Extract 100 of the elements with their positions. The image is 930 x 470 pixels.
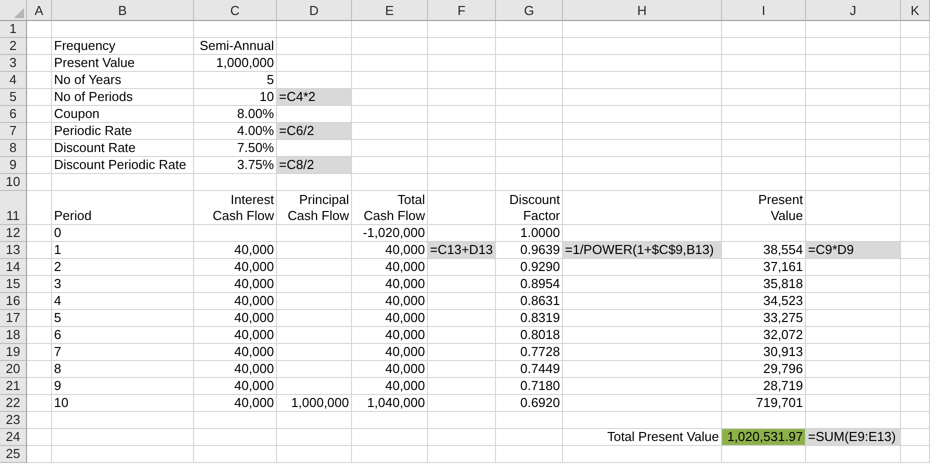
row-header[interactable]: 13	[0, 242, 27, 259]
column-header[interactable]: C	[194, 0, 277, 21]
table-cell-text: 5	[53, 310, 62, 326]
table-cell-text: 9	[53, 378, 62, 394]
table-cell-text: Frequency	[53, 38, 116, 54]
table-cell-text: 0.6920	[519, 395, 561, 411]
row-header[interactable]: 3	[0, 55, 27, 72]
table-cell-text: 0.9639	[519, 242, 561, 258]
table-cell-text: 10	[53, 395, 70, 411]
column-header[interactable]: G	[496, 0, 563, 21]
table-cell-text: 40,000	[384, 378, 426, 394]
column-header[interactable]: D	[277, 0, 352, 21]
table-cell-text: 38,554	[762, 242, 804, 258]
row-header[interactable]: 11	[0, 191, 27, 225]
table-cell: =C9*D9	[806, 242, 900, 258]
table-cell-text: 0.9290	[519, 259, 561, 275]
row-header[interactable]: 17	[0, 310, 27, 327]
table-cell-text: 37,161	[762, 259, 804, 275]
table-cell-text: 0.7449	[519, 361, 561, 377]
row-header[interactable]: 18	[0, 327, 27, 344]
row-header[interactable]: 15	[0, 276, 27, 293]
table-cell-text: 1.0000	[519, 225, 561, 241]
table-cell-text: 1,000,000	[215, 55, 275, 71]
table-cell: =C4*2	[277, 89, 351, 105]
table-cell: =1/POWER(1+$C$9,B13)	[563, 242, 721, 258]
table-cell-text: Coupon	[53, 106, 101, 122]
table-cell: =C8/2	[277, 157, 351, 173]
table-cell-text: 40,000	[233, 242, 275, 258]
table-cell-text: 34,523	[762, 293, 804, 309]
table-cell-text: 40,000	[233, 276, 275, 292]
table-cell-text: 1,040,000	[366, 395, 426, 411]
row-header[interactable]: 9	[0, 157, 27, 174]
table-cell-text: 40,000	[384, 310, 426, 326]
table-cell-text: 4.00%	[236, 123, 275, 139]
table-cell-text: 7	[53, 344, 62, 360]
table-cell-text: 0.8954	[519, 276, 561, 292]
row-header[interactable]: 25	[0, 446, 27, 463]
table-cell-text: Periodic Rate	[53, 123, 134, 139]
select-all-button[interactable]	[0, 0, 27, 21]
table-cell-text: 1	[53, 242, 62, 258]
table-cell-text: 0.8631	[519, 293, 561, 309]
table-cell-text: 10	[258, 89, 275, 105]
table-cell-text: 0.7728	[519, 344, 561, 360]
row-header[interactable]: 6	[0, 106, 27, 123]
table-cell-text: 3.75%	[236, 157, 275, 173]
row-header[interactable]: 21	[0, 378, 27, 395]
column-header[interactable]: K	[901, 0, 930, 21]
table-cell-text: 40,000	[233, 395, 275, 411]
table-cell-text: 40,000	[384, 327, 426, 343]
row-header[interactable]: 14	[0, 259, 27, 276]
column-header[interactable]: B	[52, 0, 194, 21]
column-header[interactable]: H	[563, 0, 722, 21]
row-header[interactable]: 23	[0, 412, 27, 429]
table-cell-text: Present Value	[757, 191, 804, 224]
table-cell: =SUM(E9:E13)	[806, 429, 900, 445]
row-header[interactable]: 16	[0, 293, 27, 310]
row-header[interactable]: 10	[0, 174, 27, 191]
row-header[interactable]: 20	[0, 361, 27, 378]
table-cell: 1,020,531.97	[722, 429, 805, 445]
row-header[interactable]: 4	[0, 72, 27, 89]
table-cell-text: 40,000	[233, 378, 275, 394]
table-cell-text: Total Cash Flow	[362, 191, 426, 224]
column-header[interactable]: J	[806, 0, 901, 21]
row-header[interactable]: 24	[0, 429, 27, 446]
table-cell-text: 0.8018	[519, 327, 561, 343]
table-cell-text: 40,000	[384, 293, 426, 309]
table-cell-text: 1,000,000	[290, 395, 350, 411]
corner-triangle-icon	[14, 8, 24, 18]
table-cell-text: 33,275	[762, 310, 804, 326]
table-cell-text: 6	[53, 327, 62, 343]
table-cell-text: 40,000	[384, 259, 426, 275]
table-cell-text: Present Value	[53, 55, 136, 71]
table-cell-text: 28,719	[762, 378, 804, 394]
table-cell-text: Interest Cash Flow	[212, 191, 275, 224]
column-header[interactable]: F	[428, 0, 496, 21]
table-cell-text: Principal Cash Flow	[286, 191, 350, 224]
row-header[interactable]: 5	[0, 89, 27, 106]
table-cell-text: 40,000	[384, 276, 426, 292]
table-cell-text: No of Periods	[53, 89, 134, 105]
table-cell-text: 0.7180	[519, 378, 561, 394]
row-header[interactable]: 22	[0, 395, 27, 412]
table-cell-text: 32,072	[762, 327, 804, 343]
column-header[interactable]: I	[722, 0, 806, 21]
table-cell-text: Discount Periodic Rate	[53, 157, 188, 173]
table-cell-text: 30,913	[762, 344, 804, 360]
row-header[interactable]: 7	[0, 123, 27, 140]
row-header[interactable]: 1	[0, 21, 27, 38]
table-cell: =C6/2	[277, 123, 351, 139]
table-cell-text: 35,818	[762, 276, 804, 292]
column-header[interactable]: E	[352, 0, 428, 21]
table-cell-text: No of Years	[53, 72, 122, 88]
row-header[interactable]: 2	[0, 38, 27, 55]
row-header[interactable]: 19	[0, 344, 27, 361]
row-header[interactable]: 12	[0, 225, 27, 242]
column-header[interactable]: A	[27, 0, 52, 21]
table-cell-text: 40,000	[384, 361, 426, 377]
table-cell-text: Total Present Value	[606, 429, 720, 445]
row-header[interactable]: 8	[0, 140, 27, 157]
table-cell-text: 0.8319	[519, 310, 561, 326]
table-cell-text: 29,796	[762, 361, 804, 377]
